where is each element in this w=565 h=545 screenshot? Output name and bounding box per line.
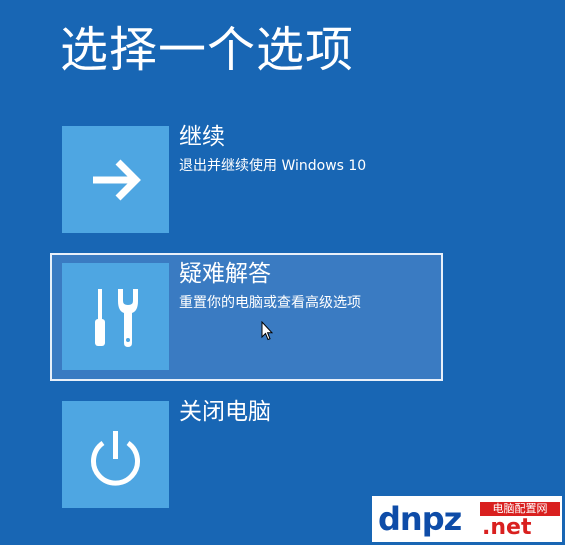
turn-off-tile[interactable] bbox=[62, 401, 169, 508]
troubleshoot-description: 重置你的电脑或查看高级选项 bbox=[179, 295, 361, 311]
turn-off-label[interactable]: 关闭电脑 bbox=[179, 397, 271, 427]
troubleshoot-label[interactable]: 疑难解答 bbox=[179, 259, 271, 289]
watermark-badge: 电脑配置网 bbox=[480, 502, 560, 516]
mouse-cursor-icon bbox=[261, 321, 273, 341]
tools-icon bbox=[95, 289, 138, 347]
continue-label[interactable]: 继续 bbox=[179, 122, 225, 152]
watermark-main-text: dnpz bbox=[378, 500, 462, 538]
arrow-right-icon bbox=[93, 159, 141, 201]
watermark-suffix: .net bbox=[482, 515, 532, 540]
watermark-logo: dnpz 电脑配置网 .net bbox=[372, 496, 562, 542]
troubleshoot-tile[interactable] bbox=[62, 263, 169, 370]
continue-description: 退出并继续使用 Windows 10 bbox=[179, 158, 367, 174]
power-icon bbox=[91, 431, 140, 486]
page-title: 选择一个选项 bbox=[60, 22, 355, 78]
continue-tile[interactable] bbox=[62, 126, 169, 233]
